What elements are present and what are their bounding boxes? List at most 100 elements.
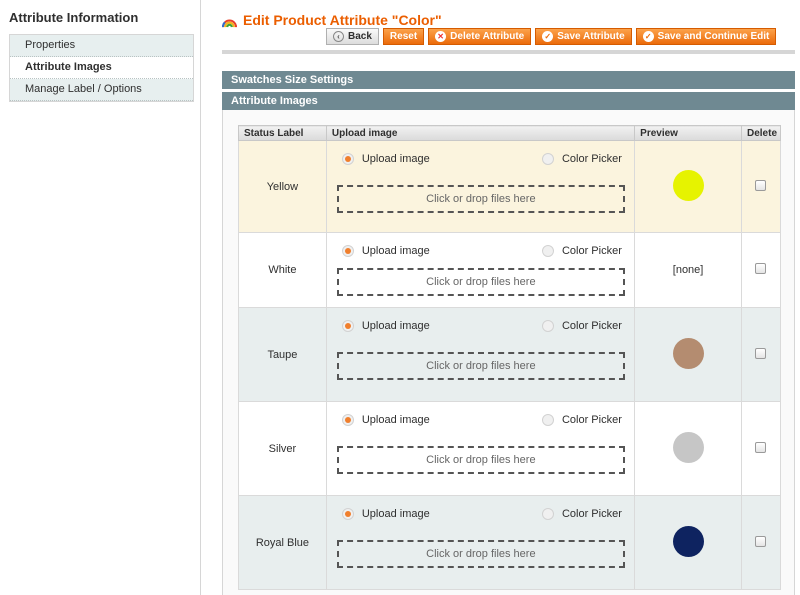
preview-cell: [none] <box>634 232 742 308</box>
file-drop-zone[interactable]: Click or drop files here <box>336 352 625 380</box>
save-continue-button[interactable]: ✓ Save and Continue Edit <box>635 28 777 45</box>
delete-cell <box>740 232 782 308</box>
save-attribute-label: Save Attribute <box>557 31 625 42</box>
upload-image-radio-label: Upload image <box>361 153 430 165</box>
delete-checkbox[interactable] <box>755 535 767 547</box>
preview-cell <box>634 495 742 590</box>
color-picker-radio[interactable]: Color Picker <box>541 245 622 257</box>
reset-button[interactable]: Reset <box>382 28 425 45</box>
color-picker-radio[interactable]: Color Picker <box>541 320 622 332</box>
upload-cell: Upload image Color Picker Click or drop … <box>325 401 636 496</box>
status-label: White <box>238 232 327 308</box>
color-picker-radio[interactable]: Color Picker <box>541 508 622 520</box>
radio-selected-icon <box>341 414 354 426</box>
file-drop-zone[interactable]: Click or drop files here <box>336 540 625 568</box>
header-divider <box>222 50 795 54</box>
back-button[interactable]: ‹ Back <box>326 28 379 45</box>
sidebar-tabs: Properties Attribute Images Manage Label… <box>9 34 194 102</box>
delete-checkbox[interactable] <box>755 263 767 274</box>
file-drop-zone[interactable]: Click or drop files here <box>336 446 625 474</box>
upload-cell: Upload image Color Picker Click or drop … <box>325 307 636 402</box>
status-label: Silver <box>238 401 327 496</box>
color-swatch <box>672 525 704 557</box>
color-picker-radio-label: Color Picker <box>561 508 622 520</box>
back-arrow-icon: ‹ <box>333 31 344 42</box>
upload-image-radio[interactable]: Upload image <box>341 320 430 332</box>
delete-cell <box>740 140 782 233</box>
sidebar-item-properties[interactable]: Properties <box>10 35 193 57</box>
upload-image-radio-label: Upload image <box>361 320 430 332</box>
delete-attribute-label: Delete Attribute <box>450 31 525 42</box>
color-picker-radio-label: Color Picker <box>561 153 622 165</box>
rainbow-icon <box>222 18 237 27</box>
back-button-label: Back <box>348 31 372 42</box>
upload-image-radio-label: Upload image <box>361 245 430 257</box>
color-picker-radio[interactable]: Color Picker <box>541 414 622 426</box>
radio-selected-icon <box>341 508 354 520</box>
radio-selected-icon <box>341 320 354 332</box>
upload-mode-options: Upload image Color Picker <box>341 508 622 520</box>
column-header-status-label: Status Label <box>238 125 327 141</box>
column-header-preview: Preview <box>634 125 742 141</box>
upload-image-radio[interactable]: Upload image <box>341 414 430 426</box>
column-header-delete: Delete <box>740 125 782 141</box>
attribute-images-panel: Status Label Upload image Preview Delete… <box>222 110 795 595</box>
table-row: Yellow Upload image Color Picker Click o… <box>238 140 782 233</box>
upload-mode-options: Upload image Color Picker <box>341 320 622 332</box>
color-swatch <box>672 169 704 201</box>
color-swatch <box>672 337 704 369</box>
delete-checkbox[interactable] <box>755 347 767 359</box>
sidebar-item-manage-label-options[interactable]: Manage Label / Options <box>10 79 193 101</box>
upload-image-radio[interactable]: Upload image <box>341 153 430 165</box>
page-title: Edit Product Attribute "Color" <box>222 12 442 28</box>
file-drop-zone[interactable]: Click or drop files here <box>336 268 625 296</box>
radio-selected-icon <box>341 245 354 257</box>
table-row: Taupe Upload image Color Picker Click or… <box>238 307 782 402</box>
status-label: Royal Blue <box>238 495 327 590</box>
save-attribute-button[interactable]: ✓ Save Attribute <box>535 28 632 45</box>
delete-checkbox[interactable] <box>755 179 767 191</box>
page-title-text: Edit Product Attribute "Color" <box>243 12 442 28</box>
color-picker-radio-label: Color Picker <box>561 245 622 257</box>
color-swatch <box>672 431 704 463</box>
color-picker-radio-label: Color Picker <box>561 414 622 426</box>
checkmark-icon: ✓ <box>642 31 654 42</box>
radio-empty-icon <box>541 320 554 332</box>
delete-cell <box>740 495 782 590</box>
upload-image-radio-label: Upload image <box>361 414 430 426</box>
upload-mode-options: Upload image Color Picker <box>341 153 622 165</box>
column-header-upload-image: Upload image <box>325 125 636 141</box>
reset-button-label: Reset <box>389 31 418 42</box>
delete-attribute-button[interactable]: ✕ Delete Attribute <box>428 28 532 45</box>
radio-empty-icon <box>541 508 554 520</box>
delete-icon: ✕ <box>435 31 447 42</box>
preview-cell <box>634 140 742 233</box>
table-row: White Upload image Color Picker Click or… <box>238 232 782 308</box>
table-row: Silver Upload image Color Picker Click o… <box>238 401 782 496</box>
save-continue-label: Save and Continue Edit <box>657 31 770 42</box>
delete-checkbox[interactable] <box>755 441 767 453</box>
upload-cell: Upload image Color Picker Click or drop … <box>325 232 636 308</box>
upload-cell: Upload image Color Picker Click or drop … <box>325 140 636 233</box>
delete-cell <box>740 401 782 496</box>
color-picker-radio-label: Color Picker <box>561 320 622 332</box>
upload-mode-options: Upload image Color Picker <box>341 245 622 257</box>
preview-cell <box>634 401 742 496</box>
color-picker-radio[interactable]: Color Picker <box>541 153 622 165</box>
checkmark-icon: ✓ <box>542 31 554 42</box>
upload-image-radio[interactable]: Upload image <box>341 508 430 520</box>
file-drop-zone[interactable]: Click or drop files here <box>336 185 625 213</box>
radio-empty-icon <box>541 245 554 257</box>
status-label: Yellow <box>238 140 327 233</box>
sidebar-item-attribute-images[interactable]: Attribute Images <box>10 57 193 79</box>
sidebar-title: Attribute Information <box>9 10 139 25</box>
attribute-images-table: Status Label Upload image Preview Delete… <box>238 125 782 590</box>
table-row: Royal Blue Upload image Color Picker Cli… <box>238 495 782 590</box>
upload-image-radio[interactable]: Upload image <box>341 245 430 257</box>
attribute-images-section-header[interactable]: Attribute Images <box>222 92 795 110</box>
sidebar: Attribute Information Properties Attribu… <box>0 0 201 595</box>
preview-none-text: [none] <box>672 264 704 276</box>
status-label: Taupe <box>238 307 327 402</box>
swatches-section-header[interactable]: Swatches Size Settings <box>222 71 795 89</box>
toolbar: ‹ Back Reset ✕ Delete Attribute ✓ Save A… <box>326 28 777 45</box>
